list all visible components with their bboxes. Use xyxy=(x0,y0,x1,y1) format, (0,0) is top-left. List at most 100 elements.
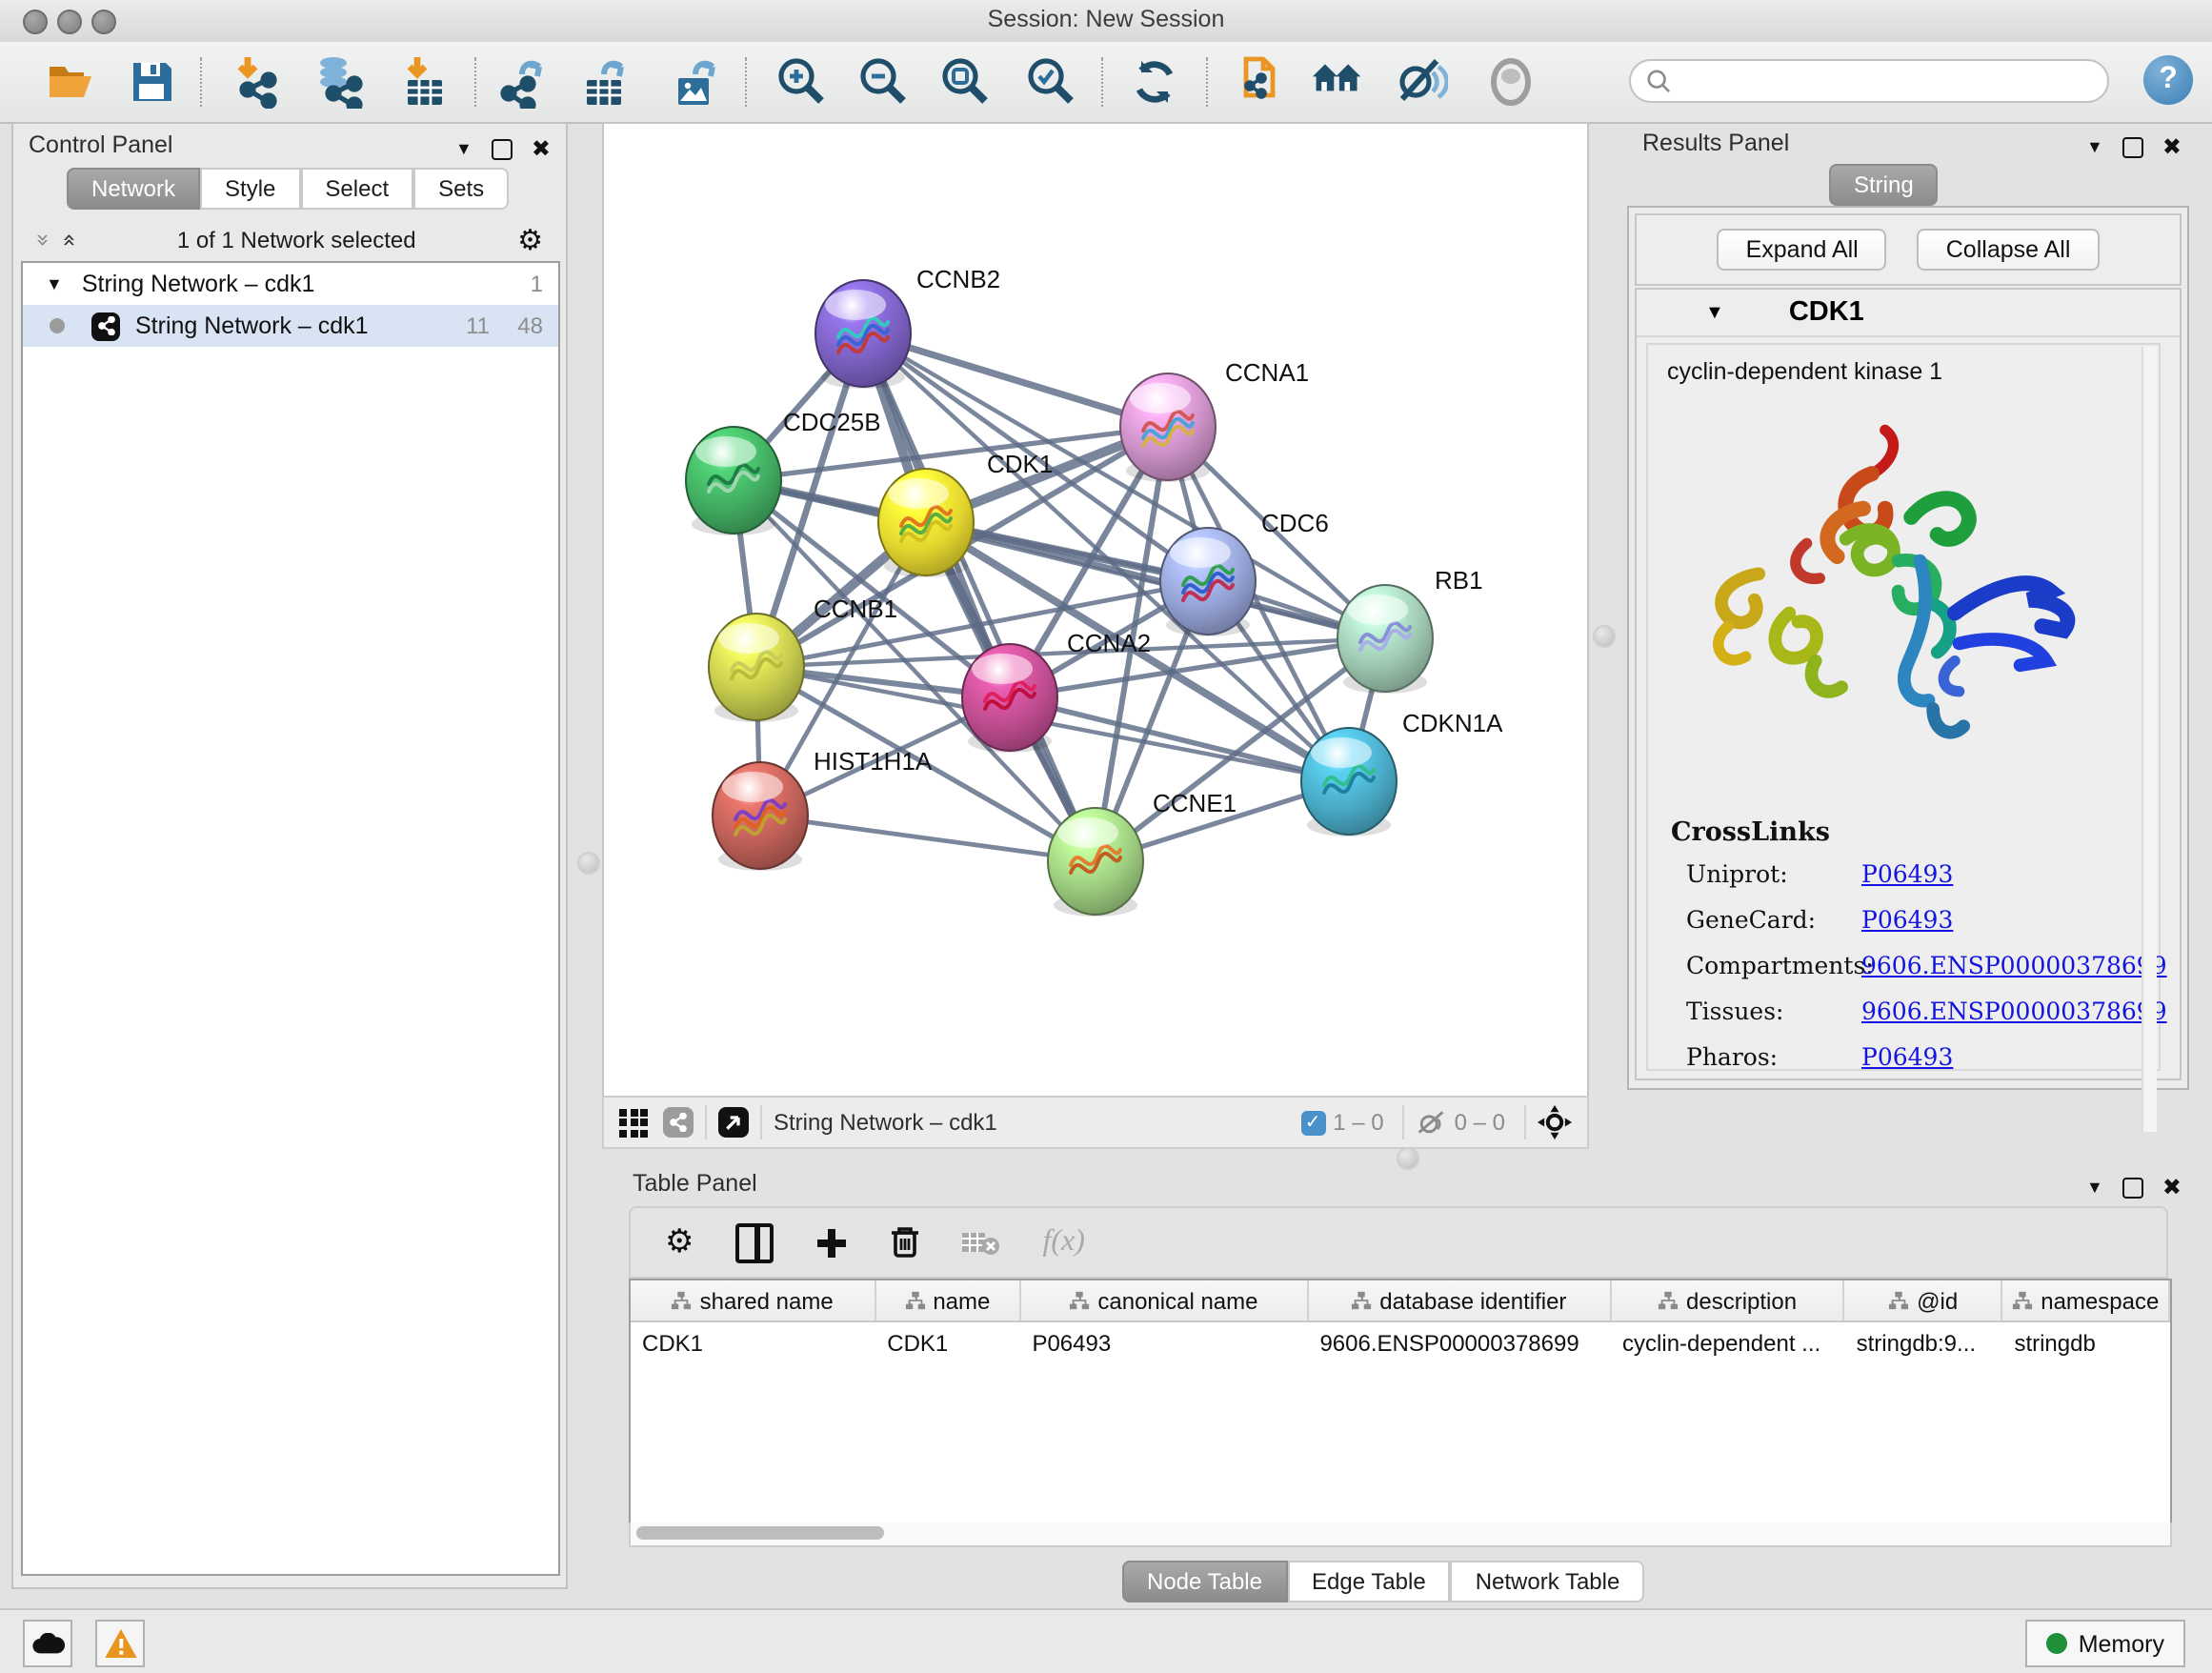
network-node-rb1[interactable]: RB1 xyxy=(1337,566,1483,694)
tab-node-table[interactable]: Node Table xyxy=(1122,1561,1287,1602)
table-cell[interactable]: stringdb xyxy=(2002,1322,2170,1364)
table-cell[interactable]: CDK1 xyxy=(875,1322,1020,1364)
gene-description: cyclin-dependent kinase 1 xyxy=(1648,345,2159,385)
fit-content-crosshair-icon[interactable] xyxy=(1538,1105,1572,1139)
tab-string[interactable]: String xyxy=(1829,164,1939,206)
table-cell[interactable]: P06493 xyxy=(1020,1322,1308,1364)
add-column-icon[interactable] xyxy=(816,1226,849,1259)
panel-close-icon[interactable]: ✖ xyxy=(2162,137,2182,156)
tab-edge-table[interactable]: Edge Table xyxy=(1287,1561,1451,1602)
right-splitter-handle[interactable] xyxy=(1593,625,1616,648)
column-header-database-identifier[interactable]: database identifier xyxy=(1309,1280,1612,1320)
warning-button[interactable] xyxy=(95,1620,145,1667)
home-icon[interactable] xyxy=(1311,55,1364,109)
table-row[interactable]: CDK1CDK1P064939606.ENSP00000378699cyclin… xyxy=(631,1322,2170,1364)
tree-row-collection[interactable]: ▼ String Network – cdk1 1 xyxy=(23,263,558,305)
column-header-description[interactable]: description xyxy=(1611,1280,1845,1320)
panel-collapse-icon[interactable]: ▼ xyxy=(2086,1178,2103,1197)
show-columns-icon[interactable] xyxy=(736,1222,774,1262)
network-view-title: String Network – cdk1 xyxy=(774,1109,997,1136)
hide-glasses-icon[interactable] xyxy=(1395,55,1448,109)
panel-collapse-icon[interactable]: ▼ xyxy=(2086,137,2103,156)
expand-all-button[interactable]: Expand All xyxy=(1718,229,1887,271)
network-view-canvas[interactable]: CCNB2CCNA1CDC25BCDK1CDC6RB1CCNB1CCNA2CDK… xyxy=(602,122,1589,1098)
collapse-all-icon[interactable]: » xyxy=(30,233,56,248)
tab-sets[interactable]: Sets xyxy=(413,168,509,210)
node-label-ccne1: CCNE1 xyxy=(1153,789,1237,817)
grid-view-icon[interactable] xyxy=(619,1108,648,1137)
zoom-in-icon[interactable] xyxy=(774,55,827,109)
open-session-icon[interactable] xyxy=(44,55,97,109)
import-network-file-icon[interactable] xyxy=(232,55,286,109)
table-horizontal-scrollbar[interactable] xyxy=(629,1522,2172,1547)
column-header-namespace[interactable]: namespace xyxy=(2003,1280,2170,1320)
import-table-icon[interactable] xyxy=(400,55,453,109)
column-header-canonical-name[interactable]: canonical name xyxy=(1020,1280,1308,1320)
table-cell[interactable]: cyclin-dependent ... xyxy=(1611,1322,1845,1364)
tab-network[interactable]: Network xyxy=(67,168,200,210)
table-cell[interactable]: CDK1 xyxy=(631,1322,875,1364)
column-header--id[interactable]: @id xyxy=(1845,1280,2003,1320)
panel-float-icon[interactable] xyxy=(492,138,513,159)
hidden-eye-icon[interactable] xyxy=(1417,1109,1447,1136)
table-cell[interactable]: stringdb:9... xyxy=(1845,1322,2003,1364)
network-node-cdkn1a[interactable]: CDKN1A xyxy=(1301,709,1503,836)
search-box[interactable] xyxy=(1629,59,2109,103)
network-node-hist1h1a[interactable]: HIST1H1A xyxy=(713,747,933,871)
refresh-icon[interactable] xyxy=(1128,55,1181,109)
network-node-ccnb1[interactable]: CCNB1 xyxy=(709,595,897,722)
title-bar: Session: New Session xyxy=(0,0,2212,44)
crosslink-link[interactable]: P06493 xyxy=(1861,905,1953,934)
left-splitter-handle[interactable] xyxy=(577,852,600,875)
tab-style[interactable]: Style xyxy=(200,168,300,210)
import-network-database-icon[interactable] xyxy=(312,55,366,109)
tree-expand-icon[interactable]: ▼ xyxy=(46,274,63,293)
tab-select[interactable]: Select xyxy=(300,168,413,210)
results-panel-title: Results Panel xyxy=(1642,130,1789,156)
panel-close-icon[interactable]: ✖ xyxy=(532,139,551,158)
crosslink-label: GeneCard: xyxy=(1671,905,1861,934)
crosslink-link[interactable]: P06493 xyxy=(1861,859,1953,888)
zoom-fit-icon[interactable] xyxy=(937,55,991,109)
network-node-ccne1[interactable]: CCNE1 xyxy=(1048,789,1237,917)
save-session-icon[interactable] xyxy=(126,55,179,109)
panel-float-icon[interactable] xyxy=(2122,1177,2143,1198)
results-scrollbar[interactable] xyxy=(2142,347,2157,1132)
zoom-out-icon[interactable] xyxy=(855,55,909,109)
table-cell[interactable]: 9606.ENSP00000378699 xyxy=(1308,1322,1611,1364)
selected-checkbox-icon[interactable]: ✓ xyxy=(1300,1110,1325,1135)
network-type-badge-icon[interactable] xyxy=(663,1107,694,1138)
open-in-window-icon[interactable] xyxy=(718,1107,749,1138)
memory-button[interactable]: Memory xyxy=(2025,1620,2185,1667)
tab-network-table[interactable]: Network Table xyxy=(1451,1561,1645,1602)
clone-network-icon[interactable] xyxy=(1231,55,1284,109)
column-header-name[interactable]: name xyxy=(875,1280,1020,1320)
zoom-selected-icon[interactable] xyxy=(1023,55,1076,109)
toolbar-separator xyxy=(745,57,747,107)
section-collapse-icon[interactable]: ▼ xyxy=(1705,302,1724,323)
collapse-all-button[interactable]: Collapse All xyxy=(1918,229,2100,271)
gear-icon[interactable]: ⚙ xyxy=(517,223,543,257)
crosslink-link[interactable]: P06493 xyxy=(1861,1042,1953,1071)
crosslink-link[interactable]: 9606.ENSP00000378699 xyxy=(1861,997,2167,1025)
panel-close-icon[interactable]: ✖ xyxy=(2162,1178,2182,1197)
panel-float-icon[interactable] xyxy=(2122,136,2143,157)
cloud-button[interactable] xyxy=(23,1620,72,1667)
help-icon[interactable]: ? xyxy=(2143,55,2193,105)
panel-collapse-icon[interactable]: ▼ xyxy=(455,139,473,158)
table-settings-gear-icon[interactable]: ⚙ xyxy=(665,1223,694,1261)
node-table[interactable]: shared namenamecanonical namedatabase id… xyxy=(629,1279,2172,1526)
expand-all-icon[interactable]: » xyxy=(55,233,82,248)
crosslink-link[interactable]: 9606.ENSP00000378699 xyxy=(1861,951,2167,979)
control-panel-title: Control Panel xyxy=(29,131,173,158)
export-network-icon[interactable] xyxy=(499,55,553,109)
network-node-ccna1[interactable]: CCNA1 xyxy=(1120,358,1309,482)
search-input[interactable] xyxy=(1680,68,2107,94)
tree-row-network[interactable]: String Network – cdk1 11 48 xyxy=(23,305,558,347)
export-table-icon[interactable] xyxy=(579,55,633,109)
column-header-shared-name[interactable]: shared name xyxy=(631,1280,875,1320)
delete-column-trash-icon[interactable] xyxy=(891,1225,921,1260)
gene-section-header[interactable]: ▼ CDK1 xyxy=(1637,290,2180,337)
export-image-icon[interactable] xyxy=(669,55,722,109)
eye-disabled-icon xyxy=(1484,55,1538,109)
